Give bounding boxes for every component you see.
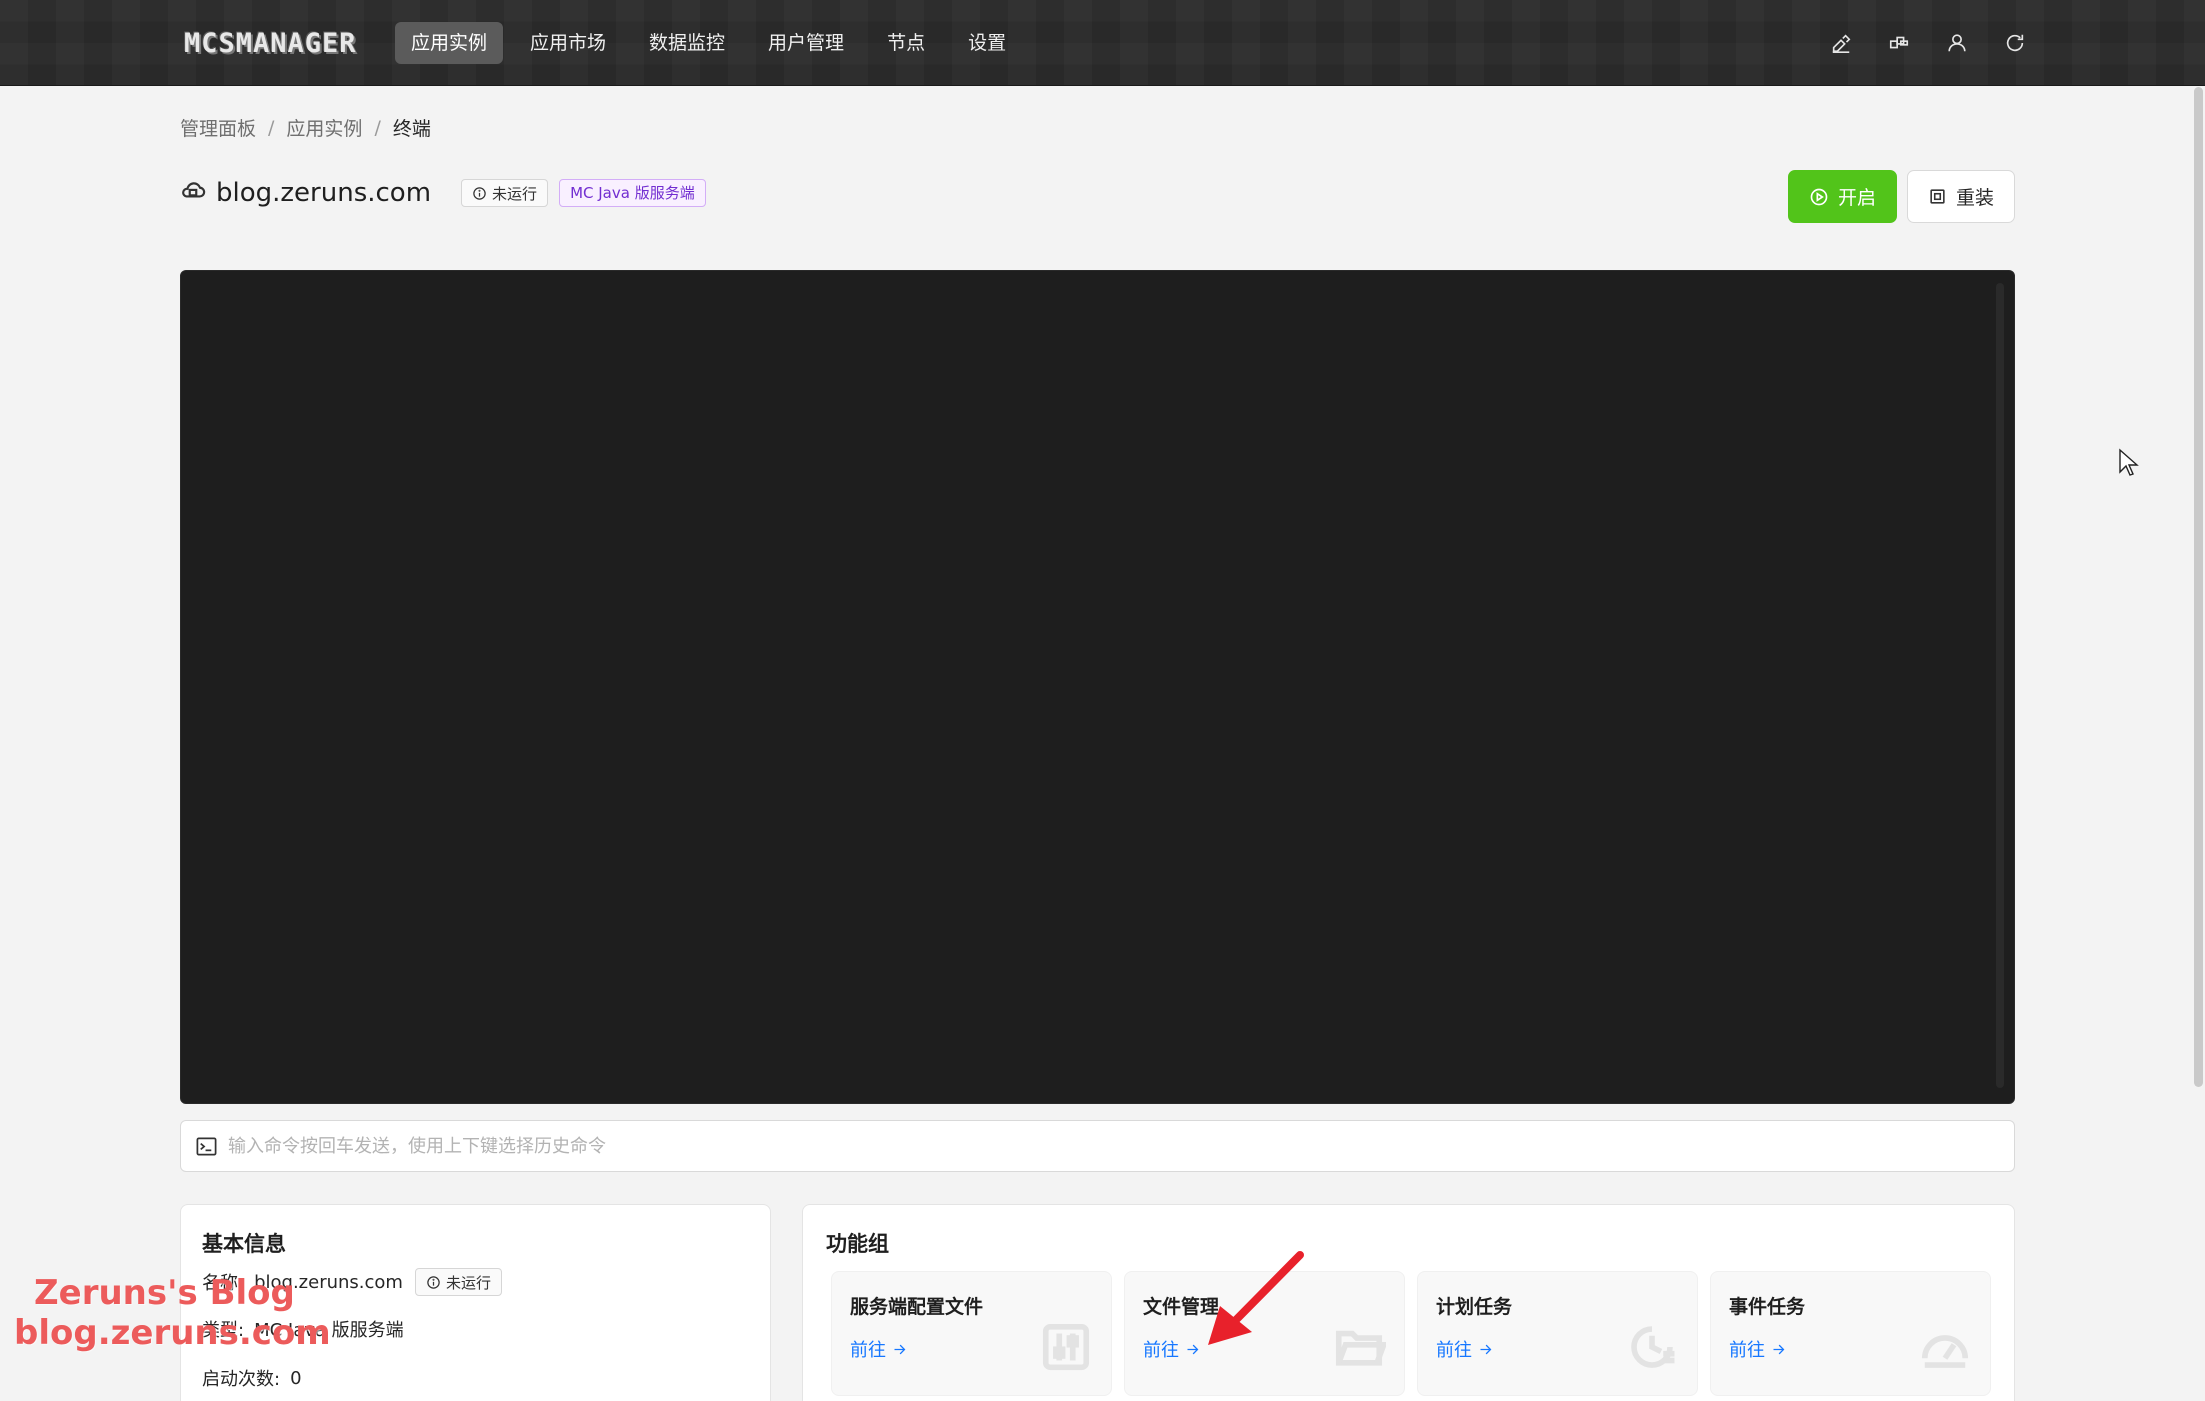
info-value-starts: 0 [290, 1367, 302, 1389]
cloud-server-icon [180, 178, 206, 208]
info-circle-icon [473, 186, 486, 200]
feature-grid: 服务端配置文件 前往 文件管理 前往 计划任务 前往 事件任务 前往 [831, 1271, 1991, 1396]
blog-watermark: Zeruns's Blog blog.zeruns.com [14, 1273, 331, 1353]
feature-link-label: 前往 [1436, 1340, 1472, 1361]
nav-item-monitor[interactable]: 数据监控 [633, 22, 741, 64]
start-button-label: 开启 [1837, 187, 1876, 209]
feature-link-label: 前往 [1729, 1340, 1765, 1361]
basic-info-title: 基本信息 [202, 1232, 286, 1256]
nav-item-nodes[interactable]: 节点 [871, 22, 941, 64]
mouse-cursor-icon [2119, 448, 2139, 476]
watermark-line-1: Zeruns's Blog [34, 1273, 295, 1313]
main-nav: 应用实例 应用市场 数据监控 用户管理 节点 设置 [395, 22, 1033, 64]
annotation-arrow-icon [1208, 1251, 1304, 1345]
theme-brush-icon[interactable] [1827, 27, 1855, 59]
info-row-starts: 启动次数: 0 [202, 1365, 302, 1391]
instance-type-badge: MC Java 版服务端 [559, 179, 706, 207]
nav-item-instances[interactable]: 应用实例 [395, 22, 504, 64]
instance-header: blog.zeruns.com 未运行 MC Java 版服务端 [180, 178, 706, 208]
instance-actions: 开启 重装 [1787, 170, 2015, 223]
feature-name: 计划任务 [1436, 1296, 1513, 1318]
feature-server-config[interactable]: 服务端配置文件 前往 [831, 1271, 1112, 1396]
sliders-icon [1039, 1320, 1093, 1378]
info-label-starts: 启动次数: [202, 1369, 281, 1390]
breadcrumb-current: 终端 [392, 118, 431, 140]
arrow-right-icon [1773, 1344, 1785, 1354]
feature-go-link[interactable]: 前往 [850, 1336, 907, 1362]
top-icon-group [1827, 27, 2029, 59]
page-title: blog.zeruns.com [216, 178, 432, 208]
top-navbar: MCSMANAGER 应用实例 应用市场 数据监控 用户管理 节点 设置 [0, 0, 2205, 86]
start-button[interactable]: 开启 [1787, 170, 1897, 223]
feature-name: 服务端配置文件 [850, 1296, 984, 1318]
arrow-right-icon [1480, 1344, 1492, 1354]
feature-group-title: 功能组 [826, 1232, 889, 1256]
clock-icon [1625, 1320, 1679, 1378]
refresh-icon[interactable] [2001, 27, 2029, 59]
feature-link-label: 前往 [850, 1340, 886, 1361]
play-circle-icon [1810, 188, 1828, 205]
breadcrumb: 管理面板 / 应用实例 / 终端 [180, 114, 431, 141]
feature-event-tasks[interactable]: 事件任务 前往 [1710, 1271, 1991, 1396]
layout-icon[interactable] [1885, 27, 1913, 59]
terminal-scrollbar[interactable] [1996, 283, 2004, 1088]
reinstall-button[interactable]: 重装 [1906, 170, 2015, 223]
nav-item-market[interactable]: 应用市场 [514, 22, 622, 64]
breadcrumb-instances[interactable]: 应用实例 [286, 114, 362, 141]
nav-item-users[interactable]: 用户管理 [752, 22, 860, 64]
feature-scheduled-tasks[interactable]: 计划任务 前往 [1417, 1271, 1698, 1396]
info-status-text: 未运行 [445, 1273, 491, 1292]
feature-go-link[interactable]: 前往 [1143, 1336, 1200, 1362]
status-badge: 未运行 [461, 179, 549, 207]
feature-name: 事件任务 [1729, 1296, 1806, 1318]
folder-icon [1332, 1320, 1388, 1378]
feature-link-label: 前往 [1143, 1340, 1179, 1361]
command-bar [180, 1120, 2015, 1172]
feature-group-card: 功能组 服务端配置文件 前往 文件管理 前往 计划任务 前往 事件任务 前往 [802, 1204, 2015, 1401]
feature-go-link[interactable]: 前往 [1729, 1336, 1786, 1362]
app-logo[interactable]: MCSMANAGER [184, 28, 357, 60]
reinstall-button-label: 重装 [1955, 187, 1994, 209]
reinstall-icon [1930, 189, 1945, 204]
info-status-badge: 未运行 [414, 1268, 502, 1296]
user-icon[interactable] [1943, 27, 1971, 59]
feature-go-link[interactable]: 前往 [1436, 1336, 1493, 1362]
terminal-output[interactable] [180, 270, 2015, 1104]
breadcrumb-separator: / [268, 116, 275, 139]
info-circle-icon [427, 1275, 440, 1289]
terminal-prompt-icon [196, 1136, 217, 1156]
command-input[interactable] [228, 1135, 2014, 1157]
nav-item-settings[interactable]: 设置 [952, 22, 1022, 64]
page-scrollbar[interactable] [2194, 87, 2203, 1087]
watermark-line-2: blog.zeruns.com [14, 1313, 331, 1353]
breadcrumb-separator: / [374, 116, 381, 139]
gauge-icon [1918, 1320, 1972, 1378]
arrow-right-icon [894, 1344, 906, 1354]
status-text: 未运行 [492, 184, 538, 203]
breadcrumb-dashboard[interactable]: 管理面板 [180, 114, 256, 141]
arrow-right-icon [1187, 1344, 1199, 1354]
